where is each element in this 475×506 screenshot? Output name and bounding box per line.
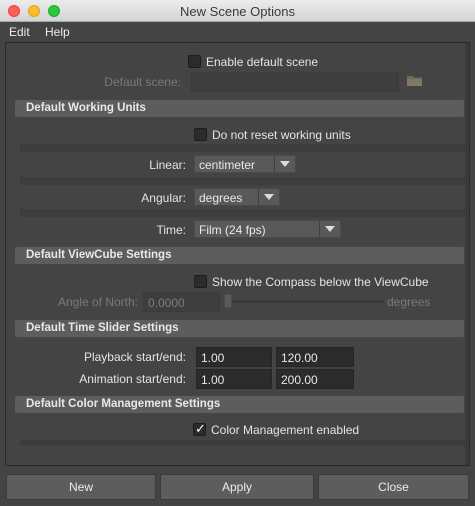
default-scene-label: Default scene: xyxy=(104,75,181,89)
show-compass-checkbox[interactable] xyxy=(194,275,207,288)
default-scene-field[interactable] xyxy=(191,72,399,92)
animation-start-field[interactable]: 1.00 xyxy=(196,369,272,389)
time-dropdown[interactable]: Film (24 fps) xyxy=(194,220,341,238)
animation-end-field[interactable]: 200.00 xyxy=(276,369,354,389)
time-value: Film (24 fps) xyxy=(199,223,266,237)
apply-button[interactable]: Apply xyxy=(160,474,314,500)
window-titlebar: New Scene Options xyxy=(0,0,475,22)
section-working-units-title: Default Working Units xyxy=(26,102,146,114)
playback-start-field[interactable]: 1.00 xyxy=(196,347,272,367)
menu-help[interactable]: Help xyxy=(45,25,70,39)
menubar: Edit Help xyxy=(0,22,475,42)
animation-label: Animation start/end: xyxy=(79,372,186,386)
section-viewcube-title: Default ViewCube Settings xyxy=(26,249,172,261)
new-button[interactable]: New xyxy=(6,474,156,500)
color-management-checkbox[interactable]: ✓ xyxy=(193,421,206,436)
scrollbar[interactable] xyxy=(465,43,469,465)
options-panel: Enable default scene Default scene: Defa… xyxy=(5,42,470,466)
angle-of-north-slider-track[interactable] xyxy=(228,300,383,303)
do-not-reset-units-checkbox[interactable] xyxy=(194,128,207,141)
close-button[interactable]: Close xyxy=(318,474,469,500)
playback-end-field[interactable]: 120.00 xyxy=(276,347,354,367)
angle-of-north-field[interactable]: 0.0000 xyxy=(143,292,220,312)
separator xyxy=(20,144,465,152)
section-time-slider-title: Default Time Slider Settings xyxy=(26,322,179,334)
section-working-units[interactable]: Default Working Units xyxy=(15,100,464,117)
do-not-reset-units-label: Do not reset working units xyxy=(212,128,351,142)
section-color-management[interactable]: Default Color Management Settings xyxy=(15,396,464,413)
angular-label: Angular: xyxy=(141,191,186,205)
time-label: Time: xyxy=(156,223,186,237)
separator xyxy=(20,440,465,446)
window-title: New Scene Options xyxy=(180,4,295,19)
playback-label: Playback start/end: xyxy=(83,350,186,364)
angle-of-north-slider-handle[interactable] xyxy=(224,294,232,308)
linear-value: centimeter xyxy=(199,158,256,172)
color-management-label: Color Management enabled xyxy=(211,423,360,437)
linear-dropdown[interactable]: centimeter xyxy=(194,155,296,173)
section-color-management-title: Default Color Management Settings xyxy=(26,398,221,410)
checkmark-icon: ✓ xyxy=(195,421,206,436)
chevron-down-icon xyxy=(280,161,290,167)
separator xyxy=(20,177,465,185)
angle-units-label: degrees xyxy=(387,295,431,309)
linear-label: Linear: xyxy=(149,158,186,172)
angular-value: degrees xyxy=(199,191,243,205)
enable-default-scene-label: Enable default scene xyxy=(206,55,319,69)
section-time-slider[interactable]: Default Time Slider Settings xyxy=(15,320,464,337)
section-viewcube[interactable]: Default ViewCube Settings xyxy=(15,247,464,264)
show-compass-label: Show the Compass below the ViewCube xyxy=(212,275,429,289)
chevron-down-icon xyxy=(264,194,274,200)
chevron-down-icon xyxy=(325,226,335,232)
folder-icon[interactable] xyxy=(407,75,423,87)
menu-edit[interactable]: Edit xyxy=(9,25,30,39)
separator xyxy=(20,209,465,217)
angular-dropdown[interactable]: degrees xyxy=(194,188,280,206)
angle-of-north-label: Angle of North: xyxy=(57,295,138,309)
enable-default-scene-checkbox[interactable] xyxy=(188,55,201,68)
